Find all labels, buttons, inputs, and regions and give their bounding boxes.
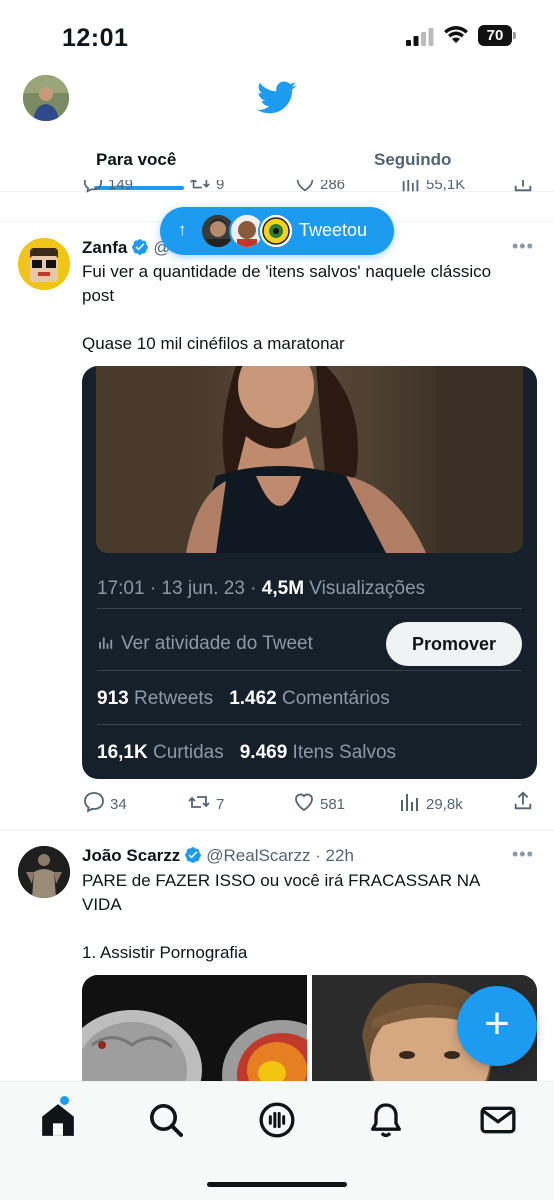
search-icon[interactable] (146, 1100, 186, 1140)
author-name[interactable]: Zanfa (82, 238, 127, 257)
tweet-media-card[interactable]: 17:01 · 13 jun. 23 · 4,5M Visualizações … (82, 366, 537, 779)
share-icon[interactable] (512, 790, 534, 812)
more-options-icon[interactable]: ••• (512, 236, 534, 257)
bottom-navigation (0, 1081, 554, 1200)
profile-avatar[interactable] (23, 75, 69, 121)
tweet-author-avatar[interactable] (18, 238, 70, 290)
spaces-icon[interactable] (257, 1100, 297, 1140)
plus-icon: + (484, 999, 510, 1048)
share-icon[interactable] (512, 180, 534, 194)
compose-tweet-button[interactable]: + (457, 986, 537, 1066)
retweet-icon (188, 796, 210, 808)
analytics-icon (99, 637, 113, 649)
notifications-bell-icon[interactable] (366, 1100, 406, 1140)
prev-retweet-button[interactable]: 9 (188, 180, 224, 196)
home-notification-dot (60, 1096, 69, 1105)
verified-badge-icon (132, 239, 149, 255)
prev-reply-button[interactable]: 149 (82, 180, 133, 196)
tweet-image-brain[interactable] (82, 975, 307, 1085)
tweet-header: João Scarzz @RealScarzz · 22h (82, 846, 354, 870)
tweet-divider (0, 830, 554, 831)
verified-badge-icon (185, 847, 202, 863)
prev-like-button[interactable]: 286 (294, 180, 345, 196)
messages-mail-icon[interactable] (478, 1100, 518, 1140)
tweet-text-2: 1. Assistir Pornografia (82, 943, 248, 962)
header: Para você Seguindo (0, 70, 554, 192)
author-handle-and-time[interactable]: @RealScarzz · 22h (206, 846, 354, 865)
views-icon (401, 794, 418, 811)
card-timestamp: 17:01 · 13 jun. 23 · 4,5M Visualizações (97, 578, 426, 599)
battery-icon: 70 (478, 25, 516, 46)
tweet-text-2: Quase 10 mil cinéfilos a maratonar (82, 334, 345, 353)
heart-icon (296, 180, 314, 192)
tweet-actions: 34 7 581 29,8k (82, 790, 532, 814)
arrow-up-icon: ↑ (178, 220, 187, 239)
tweet-text: Fui ver a quantidade de 'itens salvos' n… (82, 262, 492, 305)
tweet-header: Zanfa @ (82, 238, 171, 262)
view-tweet-activity-link[interactable]: Ver atividade do Tweet (97, 633, 313, 655)
tweet-text: PARE de FAZER ISSO ou você irá FRACASSAR… (82, 871, 480, 914)
new-tweets-pill[interactable]: ↑ Tweetou (160, 207, 394, 255)
promote-button[interactable]: Promover (386, 622, 522, 666)
cellular-signal-icon (406, 28, 434, 46)
screen: 12:01 70 Para você Seguindo 149 9 286 55… (0, 0, 554, 1200)
wifi-icon (444, 26, 468, 43)
like-button[interactable]: 581 (292, 790, 345, 814)
battery-level: 70 (478, 25, 512, 46)
home-indicator-bar (207, 1182, 347, 1187)
reply-icon (83, 180, 103, 193)
reply-button[interactable]: 34 (82, 790, 127, 814)
views-button[interactable]: 29,8k (398, 790, 463, 814)
status-time: 12:01 (62, 24, 129, 52)
card-photo (96, 366, 523, 553)
retweet-icon (190, 180, 210, 189)
home-icon[interactable] (38, 1100, 78, 1140)
card-stats-row-2: 16,1K Curtidas 9.469 Itens Salvos (97, 742, 397, 763)
retweet-button[interactable]: 7 (186, 790, 224, 814)
status-bar: 12:01 70 (0, 0, 554, 70)
more-options-icon[interactable]: ••• (512, 844, 534, 865)
pill-label: Tweetou (299, 220, 368, 240)
reply-icon (84, 792, 104, 813)
twitter-bird-icon[interactable] (257, 81, 297, 115)
views-icon (402, 180, 419, 192)
tweet-author-avatar[interactable] (18, 846, 70, 898)
author-name[interactable]: João Scarzz (82, 846, 180, 865)
card-stats-row-1: 913 Retweets 1.462 Comentários (97, 688, 390, 709)
prev-views-button[interactable]: 55,1K (400, 180, 465, 196)
heart-icon (295, 793, 313, 812)
pill-avatar-3 (258, 213, 294, 249)
